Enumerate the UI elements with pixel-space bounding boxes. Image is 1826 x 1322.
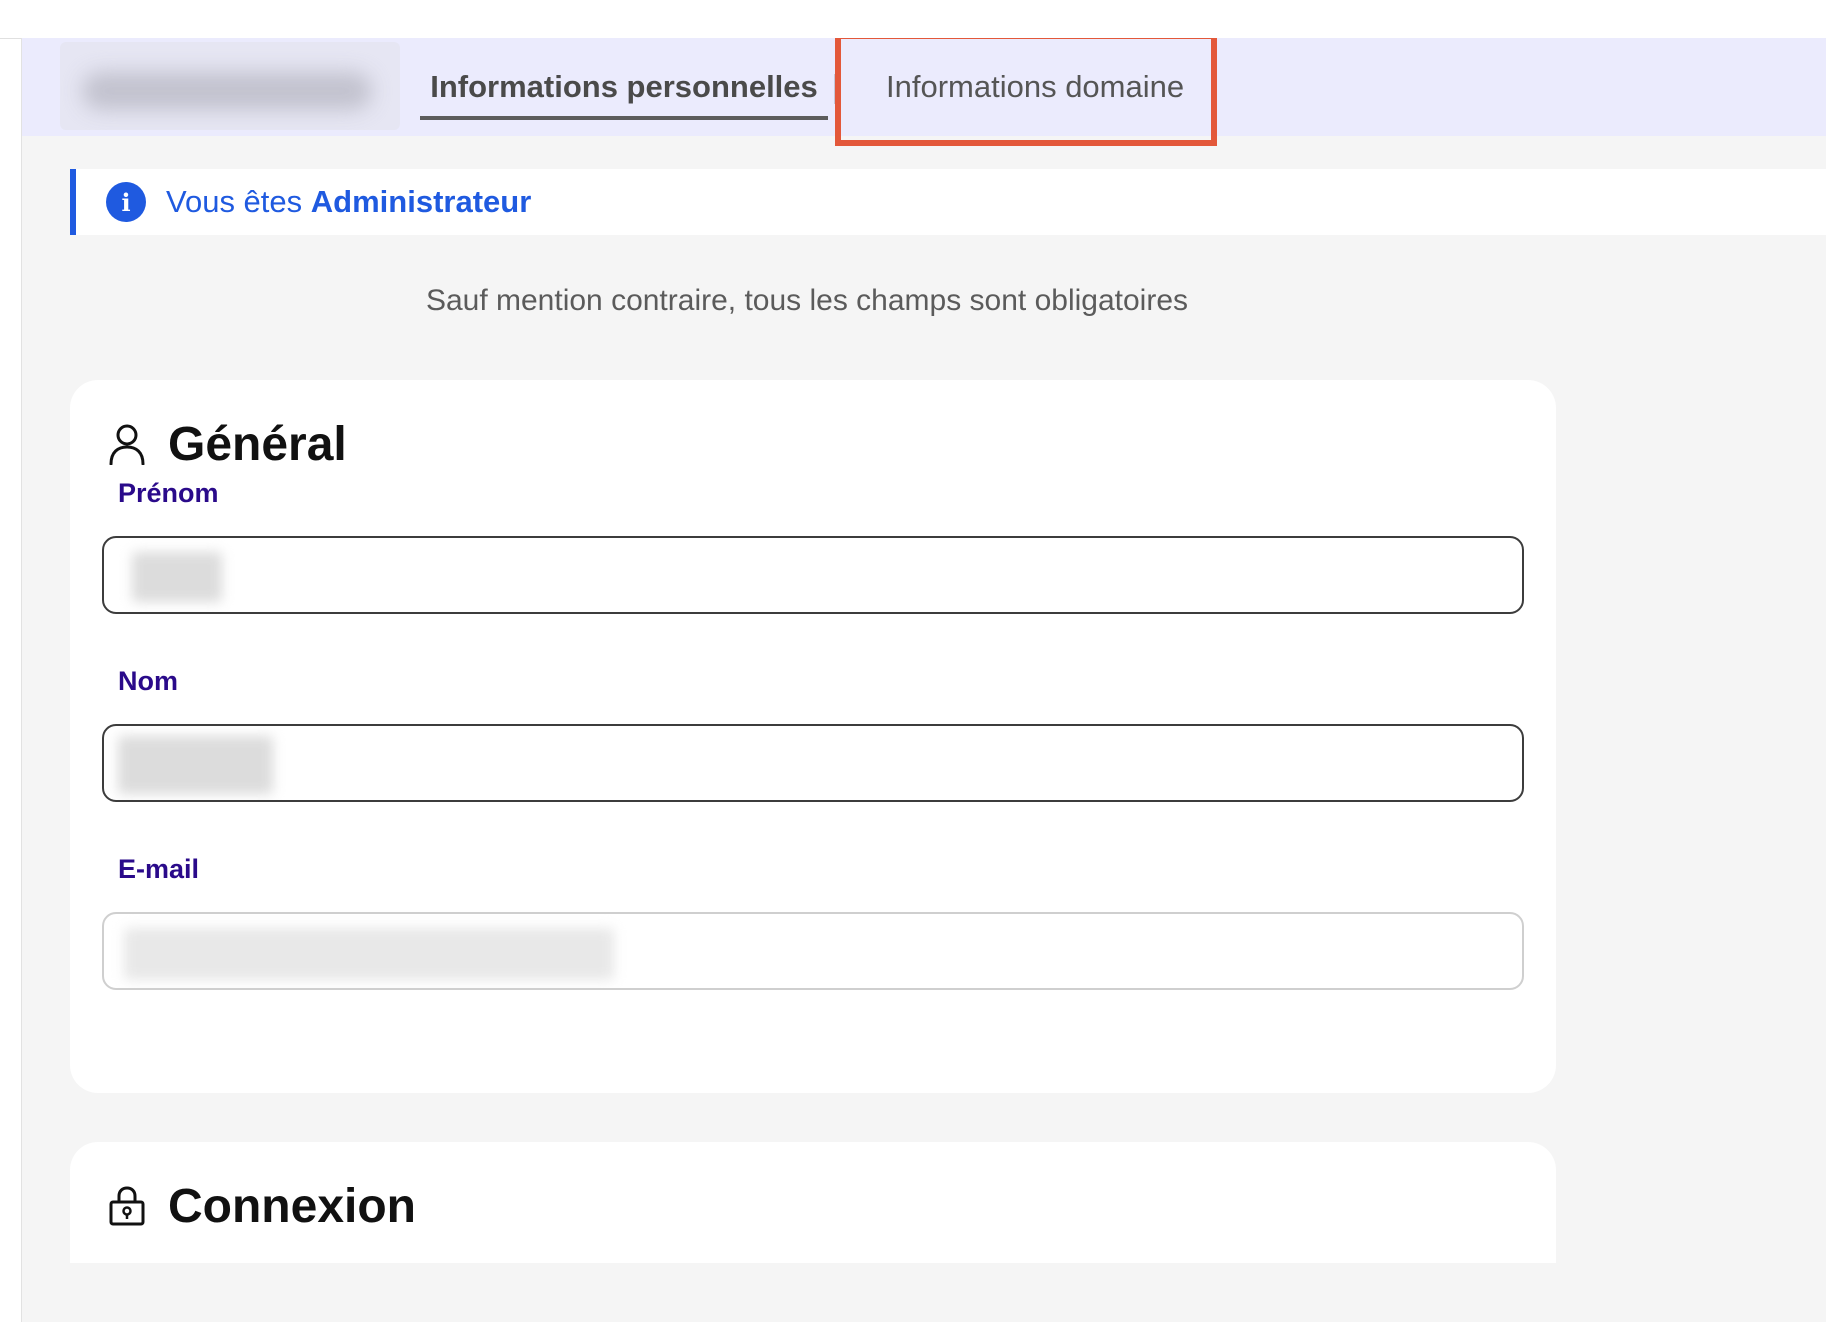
redacted-value <box>132 552 222 602</box>
notice-prefix: Vous êtes <box>166 184 303 219</box>
email-label: E-mail <box>118 854 200 884</box>
last-name-label: Nom <box>118 666 178 696</box>
user-icon <box>109 424 145 465</box>
divider <box>0 38 22 39</box>
info-icon: i <box>106 182 146 222</box>
first-name-field[interactable] <box>102 536 1524 614</box>
required-fields-hint: Sauf mention contraire, tous les champs … <box>425 284 1189 317</box>
tab-informations-personnelles[interactable]: Informations personnelles <box>420 38 828 136</box>
tab-separator <box>834 74 838 104</box>
tab-label: Informations personnelles <box>430 69 818 104</box>
blurred-logo <box>60 42 400 130</box>
last-name-field[interactable] <box>102 724 1524 802</box>
role-notice: i Vous êtes Administrateur <box>70 169 1826 235</box>
tab-label: Informations domaine <box>886 69 1185 104</box>
active-tab-indicator <box>420 116 828 120</box>
notice-role: Administrateur <box>310 184 532 219</box>
redacted-value <box>124 928 614 980</box>
email-field[interactable] <box>102 912 1524 990</box>
connexion-title: Connexion <box>168 1179 416 1233</box>
redacted-value <box>118 736 273 794</box>
browser-top-strip <box>0 0 1826 38</box>
section-title: Général <box>108 410 347 478</box>
tab-informations-domaine[interactable]: Informations domaine <box>864 38 1220 136</box>
general-title: Général <box>168 417 347 471</box>
general-section: Général Prénom Nom E-mail <box>70 380 1556 1093</box>
section-title: Connexion <box>108 1172 416 1240</box>
first-name-label: Prénom <box>118 478 219 508</box>
page-background <box>22 1263 1826 1322</box>
profile-page: Informations personnelles Informations d… <box>22 38 1826 1322</box>
lock-icon <box>109 1186 145 1226</box>
tab-bar: Informations personnelles Informations d… <box>22 38 1826 146</box>
